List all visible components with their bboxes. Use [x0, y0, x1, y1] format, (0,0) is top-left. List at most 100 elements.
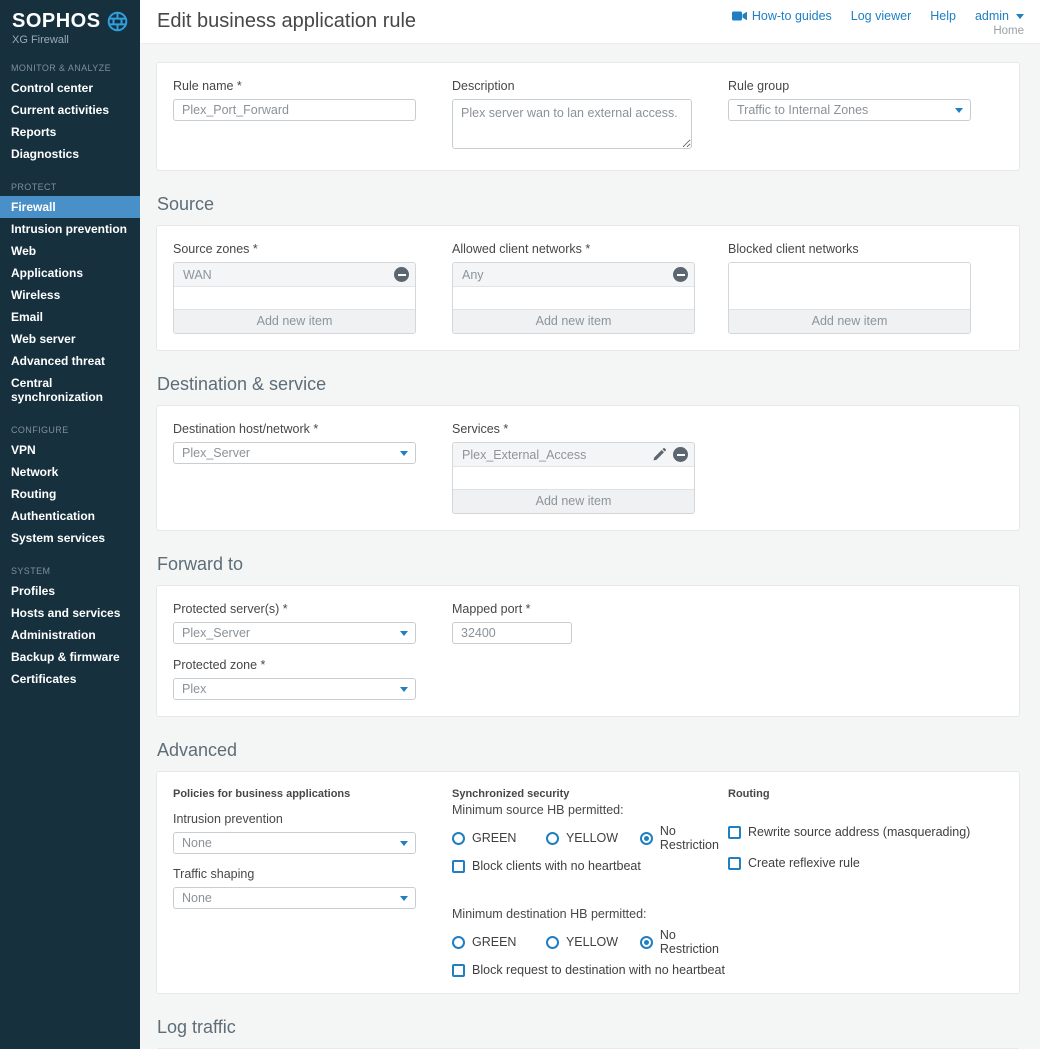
sidebar-item-profiles[interactable]: Profiles: [0, 580, 140, 602]
nav-section-system: SYSTEM: [11, 566, 140, 576]
intrusion-prevention-select[interactable]: None: [173, 832, 416, 854]
select-caret-icon: [400, 896, 408, 901]
general-card: Rule name * Description Plex server wan …: [156, 62, 1020, 171]
sidebar-item-web[interactable]: Web: [0, 240, 140, 262]
brand: SOPHOS XG Firewall: [0, 0, 140, 46]
brand-subtitle: XG Firewall: [12, 34, 128, 46]
radio-source-green[interactable]: [452, 832, 465, 845]
destination-section-title: Destination & service: [157, 374, 1020, 395]
sidebar-item-current-activities[interactable]: Current activities: [0, 99, 140, 121]
topbar: Edit business application rule How-to gu…: [140, 0, 1040, 44]
services-add-button[interactable]: Add new item: [453, 489, 694, 513]
nav-section-monitor: MONITOR & ANALYZE: [11, 63, 140, 73]
block-request-checkbox[interactable]: [452, 964, 465, 977]
radio-source-no-restriction[interactable]: [640, 832, 653, 845]
admin-menu[interactable]: admin: [975, 9, 1024, 23]
list-item: Plex_External_Access: [453, 443, 694, 467]
remove-item-icon[interactable]: [673, 267, 688, 282]
rule-group-label: Rule group: [728, 79, 1004, 93]
radio-dest-no-restriction[interactable]: [640, 936, 653, 949]
log-viewer-link[interactable]: Log viewer: [851, 9, 911, 23]
sidebar-item-backup-firmware[interactable]: Backup & firmware: [0, 646, 140, 668]
rule-name-label: Rule name *: [173, 79, 452, 93]
sidebar-item-administration[interactable]: Administration: [0, 624, 140, 646]
radio-dest-yellow[interactable]: [546, 936, 559, 949]
services-listbox: Plex_External_Access Add new item: [452, 442, 695, 514]
policies-heading: Policies for business applications: [173, 788, 452, 800]
sidebar-item-control-center[interactable]: Control center: [0, 77, 140, 99]
source-hb-label: Minimum source HB permitted:: [452, 803, 728, 817]
description-textarea[interactable]: Plex server wan to lan external access.: [452, 99, 692, 149]
sidebar-item-certificates[interactable]: Certificates: [0, 668, 140, 690]
blocked-networks-label: Blocked client networks: [728, 242, 1004, 256]
source-zones-add-button[interactable]: Add new item: [174, 309, 415, 333]
destination-host-label: Destination host/network *: [173, 422, 452, 436]
radio-source-yellow[interactable]: [546, 832, 559, 845]
destination-card: Destination host/network * Plex_Server S…: [156, 405, 1020, 531]
sidebar-item-authentication[interactable]: Authentication: [0, 505, 140, 527]
howto-guides-link[interactable]: How-to guides: [732, 9, 832, 23]
blocked-networks-add-button[interactable]: Add new item: [729, 309, 970, 333]
traffic-shaping-label: Traffic shaping: [173, 867, 452, 881]
routing-heading: Routing: [728, 788, 1004, 800]
remove-item-icon[interactable]: [673, 447, 688, 462]
sidebar: SOPHOS XG Firewall MONITOR & ANALYZE Con…: [0, 0, 140, 1049]
log-traffic-section-title: Log traffic: [157, 1017, 1020, 1038]
breadcrumb[interactable]: Home: [993, 25, 1024, 37]
mapped-port-input[interactable]: [452, 622, 572, 644]
sidebar-item-email[interactable]: Email: [0, 306, 140, 328]
rewrite-source-checkbox[interactable]: [728, 826, 741, 839]
protected-zone-label: Protected zone *: [173, 658, 452, 672]
reflexive-rule-checkbox[interactable]: [728, 857, 741, 870]
destination-host-select[interactable]: Plex_Server: [173, 442, 416, 464]
source-hb-radio-group: GREEN YELLOW No Restriction: [452, 824, 728, 852]
rule-group-select[interactable]: Traffic to Internal Zones: [728, 99, 971, 121]
source-section-title: Source: [157, 194, 1020, 215]
forward-card: Protected server(s) * Plex_Server Mapped…: [156, 585, 1020, 717]
sidebar-item-wireless[interactable]: Wireless: [0, 284, 140, 306]
rule-name-input[interactable]: [173, 99, 416, 121]
sidebar-item-central-synchronization[interactable]: Central synchronization: [0, 372, 140, 408]
select-caret-icon: [400, 631, 408, 636]
source-card: Source zones * WAN Add new item Allowed …: [156, 225, 1020, 351]
sidebar-item-web-server[interactable]: Web server: [0, 328, 140, 350]
sidebar-item-firewall[interactable]: Firewall: [0, 196, 140, 218]
advanced-card: Policies for business applications Intru…: [156, 771, 1020, 994]
sidebar-item-advanced-threat[interactable]: Advanced threat: [0, 350, 140, 372]
sidebar-item-reports[interactable]: Reports: [0, 121, 140, 143]
list-item: WAN: [174, 263, 415, 287]
edit-item-icon[interactable]: [653, 448, 666, 461]
sophos-firewall-icon: [107, 11, 128, 32]
sync-security-heading: Synchronized security: [452, 788, 728, 800]
select-caret-icon: [400, 687, 408, 692]
sidebar-item-network[interactable]: Network: [0, 461, 140, 483]
select-caret-icon: [955, 108, 963, 113]
sidebar-item-system-services[interactable]: System services: [0, 527, 140, 549]
block-clients-checkbox[interactable]: [452, 860, 465, 873]
help-link[interactable]: Help: [930, 9, 956, 23]
remove-item-icon[interactable]: [394, 267, 409, 282]
traffic-shaping-select[interactable]: None: [173, 887, 416, 909]
dest-hb-radio-group: GREEN YELLOW No Restriction: [452, 928, 728, 956]
sidebar-item-routing[interactable]: Routing: [0, 483, 140, 505]
services-label: Services *: [452, 422, 728, 436]
protected-zone-select[interactable]: Plex: [173, 678, 416, 700]
sidebar-item-diagnostics[interactable]: Diagnostics: [0, 143, 140, 165]
source-zones-listbox: WAN Add new item: [173, 262, 416, 334]
allowed-networks-label: Allowed client networks *: [452, 242, 728, 256]
sidebar-item-hosts-and-services[interactable]: Hosts and services: [0, 602, 140, 624]
protected-servers-select[interactable]: Plex_Server: [173, 622, 416, 644]
select-caret-icon: [400, 841, 408, 846]
dest-hb-label: Minimum destination HB permitted:: [452, 907, 728, 921]
video-camera-icon: [732, 11, 747, 21]
sidebar-item-intrusion-prevention[interactable]: Intrusion prevention: [0, 218, 140, 240]
sidebar-item-vpn[interactable]: VPN: [0, 439, 140, 461]
protected-servers-label: Protected server(s) *: [173, 602, 452, 616]
radio-dest-green[interactable]: [452, 936, 465, 949]
allowed-networks-add-button[interactable]: Add new item: [453, 309, 694, 333]
description-label: Description: [452, 79, 728, 93]
sidebar-item-applications[interactable]: Applications: [0, 262, 140, 284]
select-caret-icon: [400, 451, 408, 456]
blocked-networks-listbox: Add new item: [728, 262, 971, 334]
mapped-port-label: Mapped port *: [452, 602, 728, 616]
